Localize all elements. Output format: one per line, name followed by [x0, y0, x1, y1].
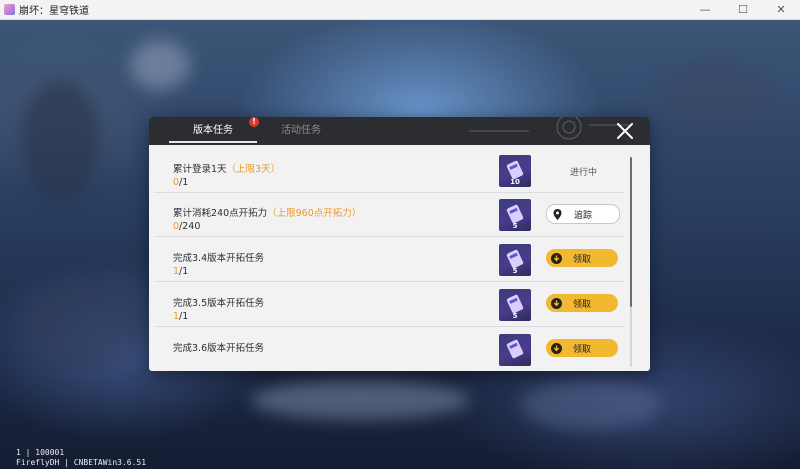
tab-alert-badge: ! — [249, 117, 259, 127]
reward-count: 5 — [512, 312, 518, 320]
task-status: 进行中 — [569, 168, 597, 178]
reward-count: 5 — [512, 222, 518, 230]
close-dialog-button[interactable] — [614, 120, 636, 142]
download-arrow-icon — [551, 297, 562, 309]
task-title: 完成3.6版本开拓任务 — [173, 343, 265, 354]
window-controls: — ☐ ✕ — [686, 0, 800, 19]
reward-item[interactable]: 10 — [499, 155, 531, 187]
dialog-header: 版本任务 ! 活动任务 — [149, 117, 650, 145]
close-icon — [617, 123, 633, 139]
task-progress: 0/240 — [173, 221, 201, 232]
task-row: 完成3.4版本开拓任务 1/1 5 领取 — [154, 238, 624, 282]
claim-button-label: 领取 — [572, 344, 591, 355]
task-limit: （上限3天） — [226, 164, 281, 175]
reward-item[interactable]: 5 — [499, 289, 531, 321]
tab-event-tasks[interactable]: 活动任务 — [261, 117, 341, 145]
tab-version-tasks-label: 版本任务 — [193, 125, 233, 136]
reward-item[interactable]: 5 — [499, 199, 531, 231]
task-row: 累计登录1天（上限3天） 0/1 10 进行中 — [154, 149, 624, 193]
window-titlebar: 崩坏：星穹铁道 — ☐ ✕ — [0, 0, 800, 20]
task-progress: 0/1 — [173, 177, 189, 188]
tab-version-tasks[interactable]: 版本任务 — [169, 117, 257, 145]
reward-count: 5 — [512, 267, 518, 275]
track-button[interactable]: 追踪 — [546, 204, 620, 224]
task-row: 完成3.5版本开拓任务 1/1 5 领取 — [154, 283, 624, 327]
claim-button-label: 领取 — [572, 299, 591, 310]
task-limit: （上限960点开拓力） — [267, 208, 362, 219]
task-title: 完成3.5版本开拓任务 — [173, 298, 265, 309]
claim-button-label: 领取 — [572, 254, 591, 265]
task-row: 累计消耗240点开拓力（上限960点开拓力） 0/240 5 追踪 — [154, 193, 624, 237]
version-task-dialog: 版本任务 ! 活动任务 累计登录1天（上限3天） 0/1 10 进行中 累计消耗… — [149, 117, 650, 371]
maximize-button[interactable]: ☐ — [724, 0, 762, 19]
download-arrow-icon — [551, 252, 562, 264]
build-info: 1 | 100001 FireflyDH | CNBETAWin3.6.51 — [16, 448, 146, 468]
task-title: 累计登录1天（上限3天） — [173, 164, 281, 175]
reward-pass-icon — [506, 339, 524, 359]
claim-button[interactable]: 领取 — [546, 294, 618, 312]
reward-item[interactable]: 5 — [499, 244, 531, 276]
tab-event-tasks-label: 活动任务 — [281, 125, 321, 136]
task-progress: 1/1 — [173, 266, 189, 277]
window-title: 崩坏：星穹铁道 — [19, 6, 89, 17]
claim-button[interactable]: 领取 — [546, 249, 618, 267]
task-title: 完成3.4版本开拓任务 — [173, 253, 265, 264]
task-title: 累计消耗240点开拓力（上限960点开拓力） — [173, 208, 362, 219]
task-progress: 1/1 — [173, 311, 189, 322]
minimize-button[interactable]: — — [686, 0, 724, 19]
header-decoration — [469, 117, 629, 140]
task-row: 完成3.6版本开拓任务 领取 — [154, 328, 624, 371]
app-icon — [4, 4, 15, 15]
track-button-label: 追踪 — [573, 210, 592, 221]
active-tab-underline — [169, 141, 257, 143]
claim-button[interactable]: 领取 — [546, 339, 618, 357]
close-window-button[interactable]: ✕ — [762, 0, 800, 19]
reward-count: 10 — [510, 178, 520, 186]
build-info-uid: 1 | 100001 — [16, 448, 65, 457]
task-list-scrollbar[interactable] — [630, 157, 632, 367]
build-info-version: FireflyDH | CNBETAWin3.6.51 — [16, 458, 147, 467]
reward-item[interactable] — [499, 334, 531, 366]
task-list[interactable]: 累计登录1天（上限3天） 0/1 10 进行中 累计消耗240点开拓力（上限96… — [149, 149, 650, 371]
location-pin-icon — [552, 208, 563, 220]
scrollbar-thumb[interactable] — [630, 157, 632, 307]
download-arrow-icon — [551, 342, 562, 354]
